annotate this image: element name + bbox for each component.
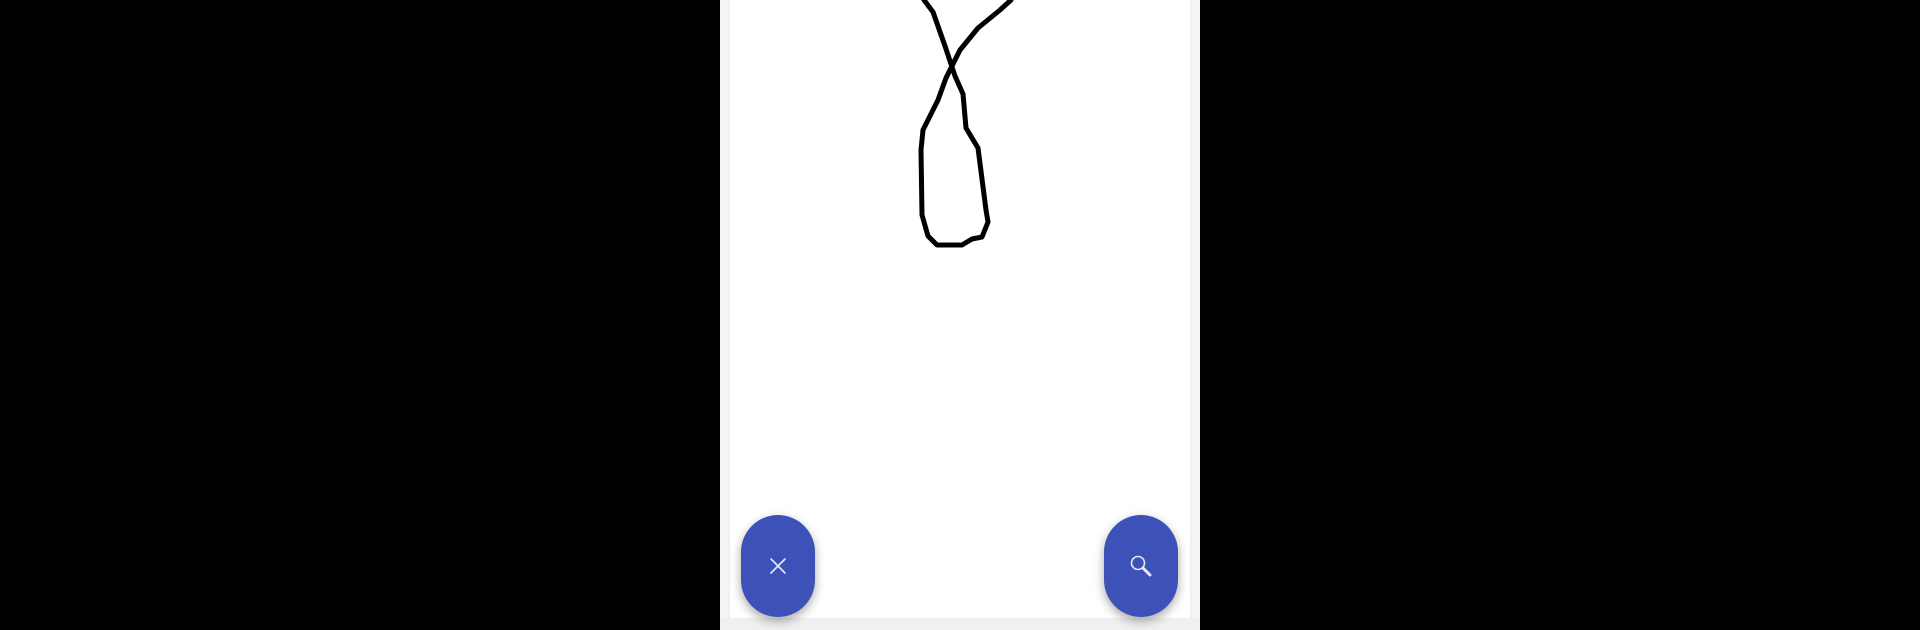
- search-button[interactable]: [1104, 515, 1178, 617]
- search-icon: [1130, 555, 1152, 577]
- clear-button[interactable]: [741, 515, 815, 617]
- close-icon: [770, 558, 786, 574]
- handwriting-app: [720, 0, 1200, 630]
